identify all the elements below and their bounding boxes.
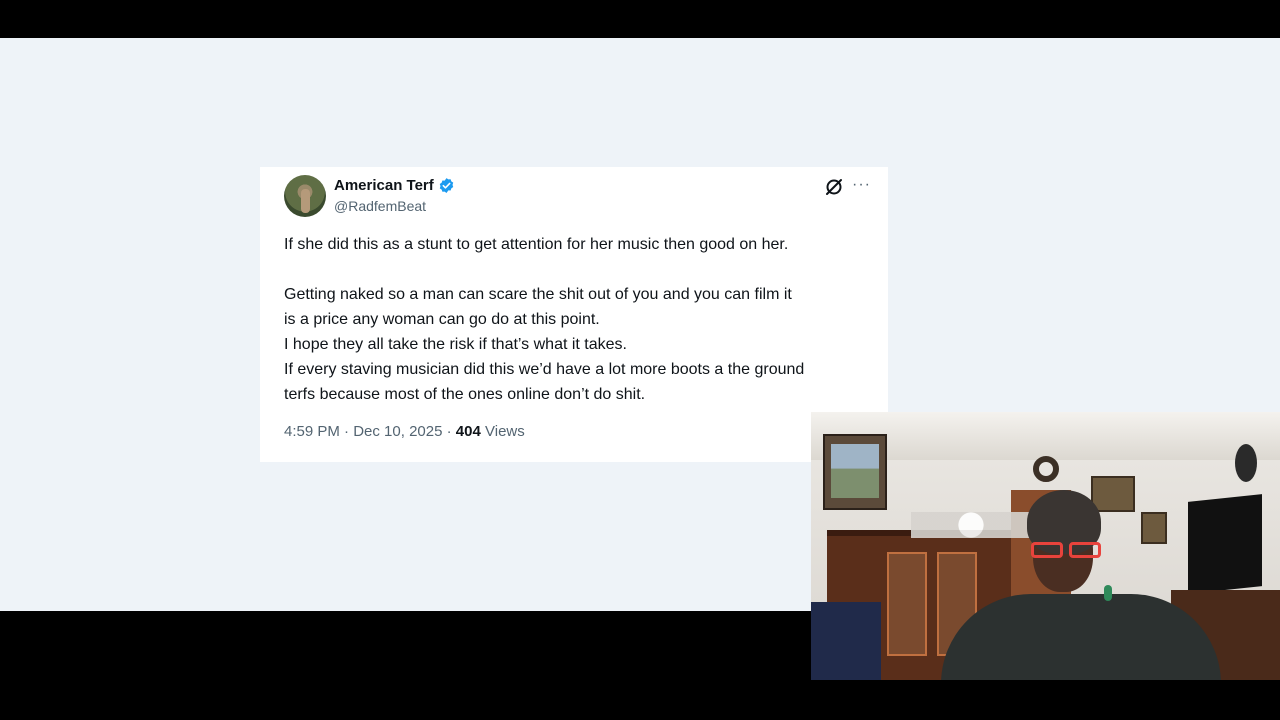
tweet-line: terfs because most of the ones online do…: [284, 386, 646, 403]
tweet-line: Getting naked so a man can scare the shi…: [284, 286, 792, 303]
webcam-overlay: [811, 412, 1280, 680]
display-name-text[interactable]: American Terf: [334, 177, 434, 194]
views-label: Views: [485, 423, 525, 440]
meta-separator: ·: [446, 423, 452, 440]
wall-painting: [823, 434, 887, 510]
wall-clock: [1235, 444, 1257, 482]
tweet-text: If she did this as a stunt to get attent…: [284, 232, 884, 407]
earring: [1104, 585, 1112, 601]
glasses-lens-right: [1069, 542, 1101, 558]
tweet-time[interactable]: 4:59 PM: [284, 423, 340, 440]
presenter: [941, 490, 1221, 680]
presenter-sweater: [941, 594, 1221, 680]
red-glasses: [1025, 542, 1107, 560]
tweet-card[interactable]: American Terf @RadfemBeat ··· If she did…: [260, 167, 888, 462]
tweet-paragraph-1: If she did this as a stunt to get attent…: [284, 236, 789, 253]
more-options-icon[interactable]: ···: [852, 176, 871, 194]
tweet-date[interactable]: Dec 10, 2025: [353, 423, 442, 440]
avatar[interactable]: [284, 175, 326, 217]
letterbox-top: [0, 0, 1280, 38]
meta-separator: ·: [344, 423, 350, 440]
painting-canvas: [831, 444, 879, 498]
glasses-lens-left: [1031, 542, 1063, 558]
display-name[interactable]: American Terf: [334, 177, 455, 194]
blue-chair: [811, 602, 881, 680]
grok-icon[interactable]: [824, 177, 844, 197]
avatar-figure: [301, 189, 310, 213]
tweet-line: If every staving musician did this we’d …: [284, 361, 805, 378]
views-count: 404: [455, 423, 481, 440]
verified-badge-icon: [438, 177, 455, 194]
tweet-line: is a price any woman can go do at this p…: [284, 311, 600, 328]
tweet-line: I hope they all take the risk if that’s …: [284, 336, 627, 353]
tweet-meta: 4:59 PM · Dec 10, 2025 · 404 Views: [284, 423, 525, 440]
wall-wreath: [1033, 456, 1059, 482]
user-handle[interactable]: @RadfemBeat: [334, 198, 426, 214]
cabinet-glass: [887, 552, 927, 656]
